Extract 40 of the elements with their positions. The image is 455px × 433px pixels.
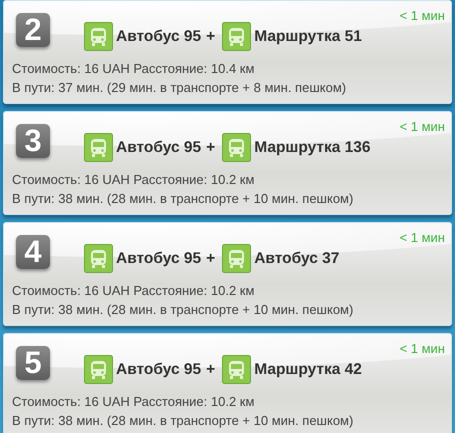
plus-sign: + [206,360,216,378]
route-card[interactable]: 3 Автобус 95 + Маршрутка 136 < 1 мин Стоимость: 16 UAH Расстояние: 10.2 км В пути: 38 мин. (28 мин. в транспорте + 10 мин. пешком) [3,111,452,215]
route-leg: Автобус 95 [116,360,202,378]
route-leg: Автобус 37 [254,250,340,268]
route-number: 5 [16,346,50,380]
plus-sign: + [206,138,216,156]
route-number: 3 [16,124,50,158]
arrival-time: < 1 мин [400,341,445,356]
cost-distance: Стоимость: 16 UAH Расстояние: 10.4 км [12,60,256,78]
bus-icon [222,22,252,51]
bus-icon [222,244,252,273]
arrival-time: < 1 мин [400,8,445,23]
cost-distance: Стоимость: 16 UAH Расстояние: 10.2 км [12,282,256,300]
bus-icon [84,244,113,273]
bus-icon [222,133,252,162]
plus-sign: + [206,28,216,46]
bus-icon [84,355,113,384]
plus-sign: + [206,250,216,268]
route-leg: Маршрутка 136 [254,138,371,156]
travel-time: В пути: 37 мин. (29 мин. в транспорте + 8 мин. пешком) [12,79,348,97]
bus-icon [84,22,113,51]
route-number: 2 [16,13,50,47]
travel-time: В пути: 38 мин. (28 мин. в транспорте + 10 мин. пешком) [12,301,354,319]
arrival-time: < 1 мин [400,230,445,245]
route-number: 4 [16,235,50,269]
route-leg: Автобус 95 [116,250,202,268]
route-leg: Автобус 95 [116,28,202,46]
travel-time: В пути: 38 мин. (28 мин. в транспорте + 10 мин. пешком) [12,190,354,208]
route-card[interactable]: 2 Автобус 95 + Маршрутка 51 < 1 мин Стоимость: 16 UAH Расстояние: 10.4 км В пути: 37 мин. (29 мин. в транспорте + 8 мин. пешком) [3,0,452,104]
bus-icon [222,355,252,384]
route-leg: Маршрутка 51 [254,28,362,46]
route-card[interactable]: 5 Автобус 95 + Маршрутка 42 < 1 мин Стоимость: 16 UAH Расстояние: 10.2 км В пути: 38 мин. (28 мин. в транспорте + 10 мин. пешком) [3,333,452,433]
cost-distance: Стоимость: 16 UAH Расстояние: 10.2 км [12,393,256,411]
cost-distance: Стоимость: 16 UAH Расстояние: 10.2 км [12,171,256,189]
travel-time: В пути: 38 мин. (28 мин. в транспорте + 10 мин. пешком) [12,412,354,430]
route-leg: Автобус 95 [116,138,202,156]
arrival-time: < 1 мин [400,119,445,134]
route-leg: Маршрутка 42 [254,360,362,378]
route-card[interactable]: 4 Автобус 95 + Автобус 37 < 1 мин Стоимость: 16 UAH Расстояние: 10.2 км В пути: 38 мин. (28 мин. в транспорте + 10 мин. пешком) [3,222,452,326]
bus-icon [84,133,113,162]
